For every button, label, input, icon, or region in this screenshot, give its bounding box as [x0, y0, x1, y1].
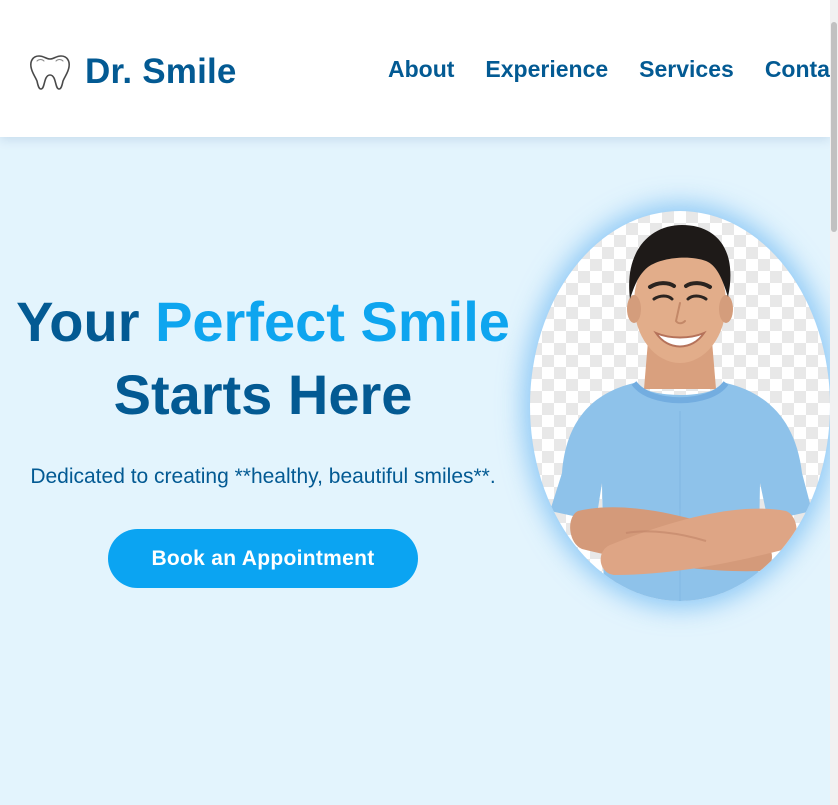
tooth-icon — [30, 54, 70, 90]
nav-link-about[interactable]: About — [388, 55, 454, 83]
nav-link-experience[interactable]: Experience — [485, 55, 608, 83]
page-scrollbar[interactable] — [830, 0, 838, 805]
doctor-portrait — [530, 211, 830, 601]
nav-link-services[interactable]: Services — [639, 55, 734, 83]
hero-subtext: Dedicated to creating **healthy, beautif… — [30, 465, 496, 488]
headline-line2: Starts Here — [113, 363, 413, 426]
hero-headline: Your Perfect Smile Starts Here — [0, 285, 526, 431]
hero-section: Your Perfect Smile Starts Here Dedicated… — [0, 137, 830, 805]
headline-part1: Your — [16, 290, 156, 353]
headline-accent: Perfect Smile — [155, 290, 510, 353]
portrait-illustration — [550, 225, 812, 601]
book-appointment-button[interactable]: Book an Appointment — [108, 529, 418, 588]
nav-link-contact[interactable]: Contact — [765, 55, 830, 83]
logo[interactable]: Dr. Smile — [29, 52, 237, 91]
main-nav: About Experience Services Contact — [388, 55, 830, 83]
scrollbar-thumb[interactable] — [831, 22, 837, 232]
brand-name: Dr. Smile — [85, 52, 237, 91]
site-header: Dr. Smile About Experience Services Cont… — [0, 0, 830, 137]
